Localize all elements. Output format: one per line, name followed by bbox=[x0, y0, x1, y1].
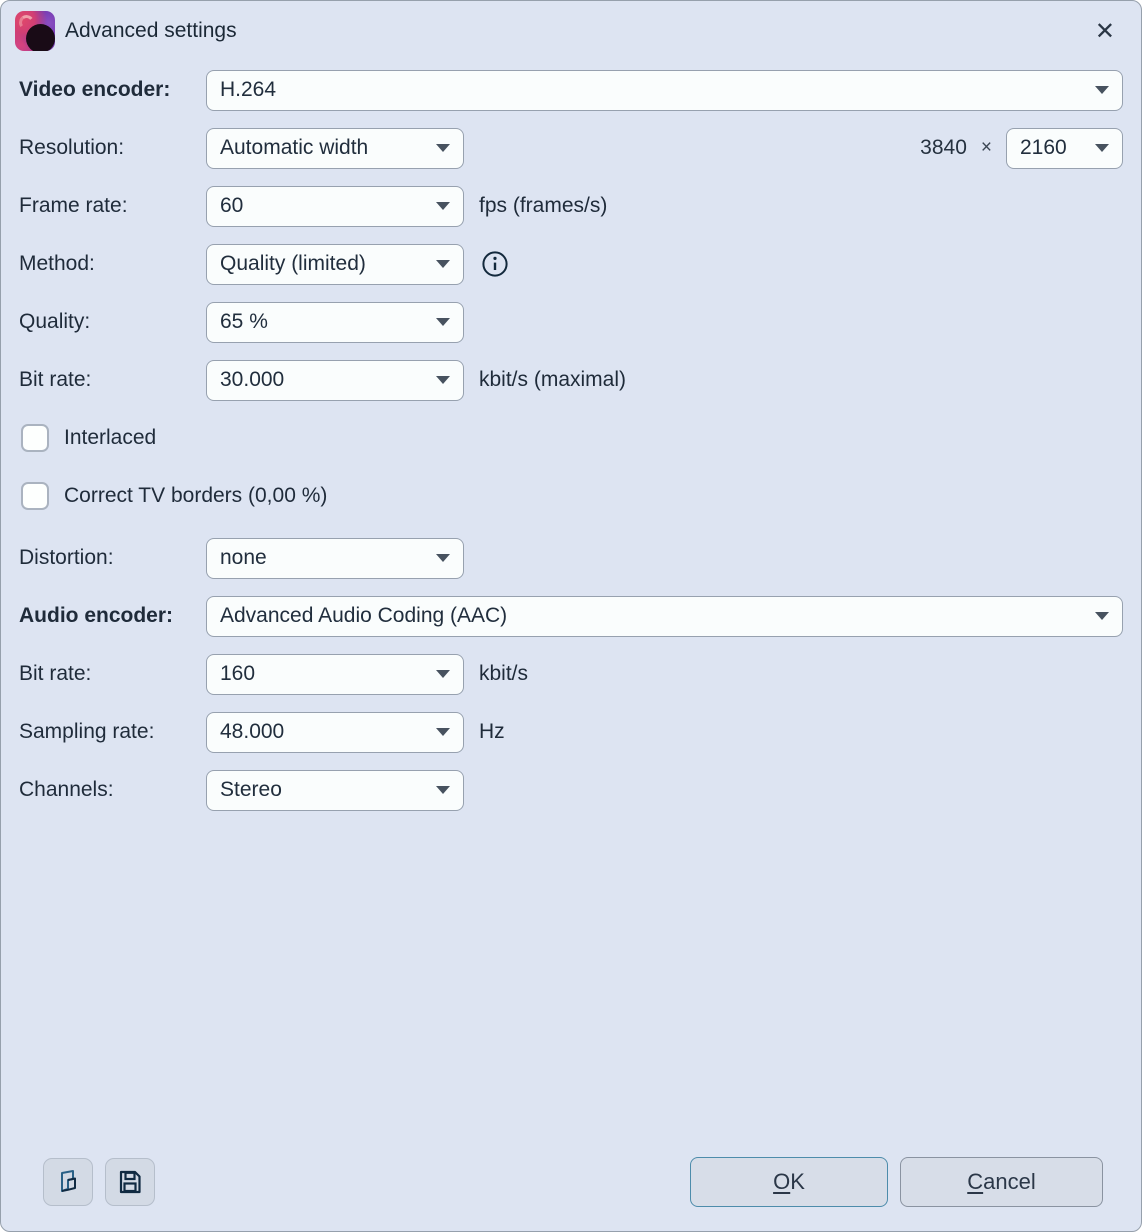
chevron-down-icon bbox=[436, 670, 450, 678]
app-logo-icon bbox=[15, 11, 55, 51]
quality-select[interactable]: 65 % bbox=[206, 302, 464, 343]
resolution-label: Resolution: bbox=[19, 136, 206, 160]
chevron-down-icon bbox=[436, 554, 450, 562]
dialog-footer: OK Cancel bbox=[19, 1157, 1123, 1231]
chevron-down-icon bbox=[436, 144, 450, 152]
video-bit-rate-label: Bit rate: bbox=[19, 368, 206, 392]
cancel-button[interactable]: Cancel bbox=[900, 1157, 1103, 1207]
frame-rate-label: Frame rate: bbox=[19, 194, 206, 218]
info-icon[interactable] bbox=[481, 250, 509, 278]
chevron-down-icon bbox=[436, 260, 450, 268]
frame-rate-row: Frame rate: 60 fps (frames/s) bbox=[19, 177, 1123, 235]
chevron-down-icon bbox=[436, 728, 450, 736]
chevron-down-icon bbox=[436, 786, 450, 794]
video-encoder-select[interactable]: H.264 bbox=[206, 70, 1123, 111]
ok-button[interactable]: OK bbox=[690, 1157, 888, 1207]
chevron-down-icon bbox=[1095, 612, 1109, 620]
video-bit-rate-select[interactable]: 30.000 bbox=[206, 360, 464, 401]
channels-row: Channels: Stereo bbox=[19, 761, 1123, 819]
resolution-width-value: 3840 bbox=[920, 136, 967, 160]
interlaced-label: Interlaced bbox=[64, 426, 156, 450]
sampling-rate-label: Sampling rate: bbox=[19, 720, 206, 744]
correct-tv-borders-checkbox[interactable] bbox=[21, 482, 49, 510]
close-icon[interactable]: ✕ bbox=[1095, 19, 1115, 43]
dialog-title: Advanced settings bbox=[65, 19, 237, 43]
quality-row: Quality: 65 % bbox=[19, 293, 1123, 351]
chevron-down-icon bbox=[436, 318, 450, 326]
frame-rate-select[interactable]: 60 bbox=[206, 186, 464, 227]
distortion-select[interactable]: none bbox=[206, 538, 464, 579]
sampling-rate-unit: Hz bbox=[479, 720, 505, 744]
resolution-row: Resolution: Automatic width 3840 × 2160 bbox=[19, 119, 1123, 177]
save-preset-button[interactable] bbox=[105, 1158, 155, 1206]
quality-label: Quality: bbox=[19, 310, 206, 334]
settings-form: Video encoder: H.264 Resolution: Automat… bbox=[1, 61, 1141, 1231]
audio-encoder-label: Audio encoder: bbox=[19, 604, 206, 628]
video-encoder-label: Video encoder: bbox=[19, 78, 206, 102]
sampling-rate-row: Sampling rate: 48.000 Hz bbox=[19, 703, 1123, 761]
resolution-values: 3840 × 2160 bbox=[920, 128, 1123, 169]
chevron-down-icon bbox=[1095, 144, 1109, 152]
correct-tv-borders-label: Correct TV borders (0,00 %) bbox=[64, 484, 327, 508]
advanced-settings-dialog: Advanced settings ✕ Video encoder: H.264… bbox=[0, 0, 1142, 1232]
title-bar: Advanced settings ✕ bbox=[1, 1, 1141, 61]
distortion-row: Distortion: none bbox=[19, 529, 1123, 587]
floppy-disk-icon bbox=[116, 1168, 144, 1196]
audio-bit-rate-label: Bit rate: bbox=[19, 662, 206, 686]
resolution-height-select[interactable]: 2160 bbox=[1006, 128, 1123, 169]
channels-select[interactable]: Stereo bbox=[206, 770, 464, 811]
video-encoder-row: Video encoder: H.264 bbox=[19, 61, 1123, 119]
open-folder-icon bbox=[54, 1168, 82, 1196]
multiply-icon: × bbox=[981, 137, 992, 159]
audio-encoder-row: Audio encoder: Advanced Audio Coding (AA… bbox=[19, 587, 1123, 645]
correct-tv-borders-row: Correct TV borders (0,00 %) bbox=[19, 467, 1123, 525]
audio-bit-rate-row: Bit rate: 160 kbit/s bbox=[19, 645, 1123, 703]
load-preset-button[interactable] bbox=[43, 1158, 93, 1206]
interlaced-row: Interlaced bbox=[19, 409, 1123, 467]
method-select[interactable]: Quality (limited) bbox=[206, 244, 464, 285]
method-label: Method: bbox=[19, 252, 206, 276]
video-bit-rate-row: Bit rate: 30.000 kbit/s (maximal) bbox=[19, 351, 1123, 409]
distortion-label: Distortion: bbox=[19, 546, 206, 570]
audio-bit-rate-select[interactable]: 160 bbox=[206, 654, 464, 695]
audio-bit-rate-unit: kbit/s bbox=[479, 662, 528, 686]
video-bit-rate-unit: kbit/s (maximal) bbox=[479, 368, 626, 392]
resolution-mode-select[interactable]: Automatic width bbox=[206, 128, 464, 169]
channels-label: Channels: bbox=[19, 778, 206, 802]
chevron-down-icon bbox=[436, 376, 450, 384]
sampling-rate-select[interactable]: 48.000 bbox=[206, 712, 464, 753]
interlaced-checkbox[interactable] bbox=[21, 424, 49, 452]
frame-rate-unit: fps (frames/s) bbox=[479, 194, 607, 218]
method-row: Method: Quality (limited) bbox=[19, 235, 1123, 293]
audio-encoder-select[interactable]: Advanced Audio Coding (AAC) bbox=[206, 596, 1123, 637]
chevron-down-icon bbox=[1095, 86, 1109, 94]
chevron-down-icon bbox=[436, 202, 450, 210]
